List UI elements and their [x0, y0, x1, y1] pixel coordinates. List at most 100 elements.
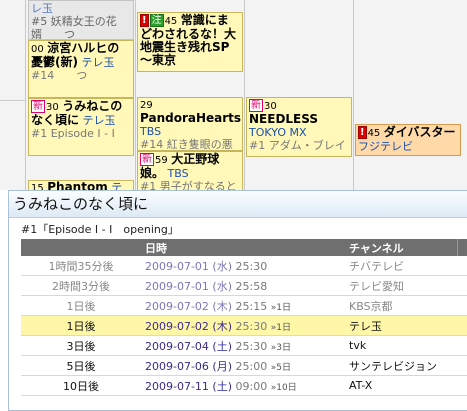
program-channel: TBS [140, 125, 162, 138]
program-minute: 45 [367, 128, 381, 139]
table-row[interactable]: 1日後 2009-07-02 (木) 25:15 »1日 KBS京都 [21, 295, 467, 316]
row-extra [457, 295, 467, 316]
broadcast-date: 2009-07-01 [145, 279, 209, 293]
program-cell[interactable]: 新 59 大正野球娘。 TBS #1 男子がすなると [137, 151, 243, 191]
program-cell[interactable]: ! 注 45 常識にまどわされるな！大地震生き残れSP～東京 [137, 12, 243, 72]
grid-column-line [135, 0, 136, 190]
program-subtitle: #1 Episode I - I [31, 127, 115, 140]
relative-time: 5日後 [21, 355, 141, 376]
program-title: NEEDLESS [249, 112, 318, 126]
program-channel: テレ玉 [81, 56, 115, 69]
program-channel: レ玉 [31, 2, 53, 15]
broadcast-datetime: 2009-07-11 (土) 09:00 »10日 [141, 375, 345, 396]
program-subtitle: #1 アダム・ブレイ [249, 139, 346, 152]
table-row[interactable]: 1日後 2009-07-02 (木) 25:30 »1日 テレ玉 [21, 315, 467, 336]
table-row[interactable]: 2時間3分後 2009-07-01 (水) 25:58 テレビ愛知 [21, 275, 467, 296]
program-detail-popup: うみねこのなく頃に #1「Episode I - I opening」 日時 チ… [8, 190, 467, 411]
broadcast-channel: テレ玉 [345, 315, 457, 336]
program-minute: 30 [264, 101, 277, 112]
program-cell[interactable]: 新 30 NEEDLESS TOKYO MX #1 アダム・ブレイ [246, 97, 352, 157]
program-cell[interactable]: レ玉 #5 妖精女王の花 婿 つ [28, 0, 134, 40]
relative-time: 1日後 [21, 295, 141, 316]
broadcast-date: 2009-07-06 [145, 359, 209, 373]
relative-time: 2時間3分後 [21, 275, 141, 296]
row-extra [457, 275, 467, 296]
table-row[interactable]: 10日後 2009-07-11 (土) 09:00 »10日 AT-X [21, 375, 467, 396]
broadcast-date: 2009-07-02 [145, 299, 209, 313]
broadcast-time: 25:58 [235, 279, 268, 293]
table-row[interactable]: 3日後 2009-07-04 (土) 25:30 »3日 tvk [21, 335, 467, 356]
broadcast-datetime: 2009-07-06 (月) 25:00 »5日 [141, 355, 345, 376]
grid-column-line [25, 0, 26, 190]
broadcast-date: 2009-07-04 [145, 339, 209, 353]
warning-icon: ! [358, 126, 367, 139]
program-subtitle: #5 妖精女王の花 [31, 15, 117, 28]
broadcast-time: 25:00 [235, 359, 268, 373]
broadcast-weekday: 水 [216, 279, 228, 293]
program-minute: 45 [164, 16, 178, 27]
program-minute: 00 [31, 44, 44, 55]
program-cell[interactable]: 29 PandoraHearts TBS #14 紅き隻眼の悪 [137, 97, 243, 151]
new-icon: 新 [31, 100, 45, 113]
grid-column-line [353, 0, 354, 190]
row-extra [457, 335, 467, 356]
warning-icon: ! [140, 14, 149, 27]
table-row[interactable]: 5日後 2009-07-06 (月) 25:00 »5日 サンテレビジョン [21, 355, 467, 376]
program-title: ダイバスター [383, 125, 456, 139]
relative-time: 1時間35分後 [21, 256, 141, 276]
day-offset-flag: »1日 [270, 322, 291, 333]
broadcast-channel: サンテレビジョン [345, 355, 457, 376]
broadcast-datetime: 2009-07-01 (水) 25:30 [141, 256, 345, 276]
program-cell[interactable]: 新 30 うみねこのなく頃に テレ玉 #1 Episode I - I [28, 98, 134, 156]
broadcast-datetime: 2009-07-01 (水) 25:58 [141, 275, 345, 296]
broadcast-date: 2009-07-11 [145, 379, 209, 393]
program-subtitle: #14 紅き隻眼の悪 [140, 138, 233, 151]
broadcast-time: 25:30 [235, 339, 268, 353]
grid-column-line [244, 0, 245, 190]
broadcast-time: 25:15 [235, 299, 268, 313]
broadcast-channel: チバテレビ [345, 256, 457, 276]
broadcast-datetime: 2009-07-02 (木) 25:15 »1日 [141, 295, 345, 316]
day-offset-flag: »10日 [270, 382, 297, 393]
day-offset-flag: »5日 [270, 362, 291, 373]
program-subtitle: 婿 つ [31, 28, 75, 40]
broadcast-weekday: 土 [216, 339, 228, 353]
episode-title: #1「Episode I - I opening」 [21, 223, 179, 236]
broadcast-time: 25:30 [235, 319, 268, 333]
table-header-row: 日時 チャンネル [21, 239, 467, 256]
broadcast-weekday: 月 [216, 359, 228, 373]
program-subtitle: #14 つ [31, 69, 88, 82]
header-extra [456, 239, 467, 256]
header-relative [21, 239, 141, 256]
relative-time: 3日後 [21, 335, 141, 356]
header-channel[interactable]: チャンネル [345, 239, 457, 256]
broadcast-weekday: 木 [216, 299, 228, 313]
day-offset-flag: »3日 [270, 342, 291, 353]
popup-title: うみねこのなく頃に [9, 191, 467, 218]
program-cell[interactable]: 00 涼宮ハルヒの憂鬱(新) テレ玉 #14 つ [28, 40, 134, 98]
program-channel: TBS [167, 167, 189, 180]
broadcast-channel: テレビ愛知 [345, 275, 457, 296]
program-minute: 30 [46, 102, 59, 113]
day-offset-flag: »1日 [270, 302, 291, 313]
broadcast-schedule-table: 日時 チャンネル 1時間35分後 2009-07-01 (水) 25:30 チバテ… [21, 239, 467, 396]
grid-row-line [0, 100, 25, 101]
program-cell[interactable]: ! 45 ダイバスター フジテレビ [355, 124, 461, 156]
broadcast-datetime: 2009-07-02 (木) 25:30 »1日 [141, 315, 345, 336]
relative-time: 10日後 [21, 375, 141, 396]
program-channel: フジテレビ [358, 140, 413, 153]
broadcast-channel: tvk [345, 335, 457, 356]
broadcast-time: 09:00 [235, 379, 268, 393]
program-channel: TOKYO MX [249, 126, 307, 139]
broadcast-time: 25:30 [235, 259, 268, 273]
broadcast-channel: AT-X [345, 375, 457, 396]
header-datetime[interactable]: 日時 [141, 239, 345, 256]
row-extra [457, 315, 467, 336]
row-extra [457, 355, 467, 376]
table-row[interactable]: 1時間35分後 2009-07-01 (水) 25:30 チバテレビ [21, 256, 467, 276]
notice-icon: 注 [149, 14, 164, 27]
program-channel: テレ玉 [82, 114, 116, 127]
broadcast-datetime: 2009-07-04 (土) 25:30 »3日 [141, 335, 345, 356]
program-minute: 59 [155, 155, 168, 166]
relative-time: 1日後 [21, 315, 141, 336]
